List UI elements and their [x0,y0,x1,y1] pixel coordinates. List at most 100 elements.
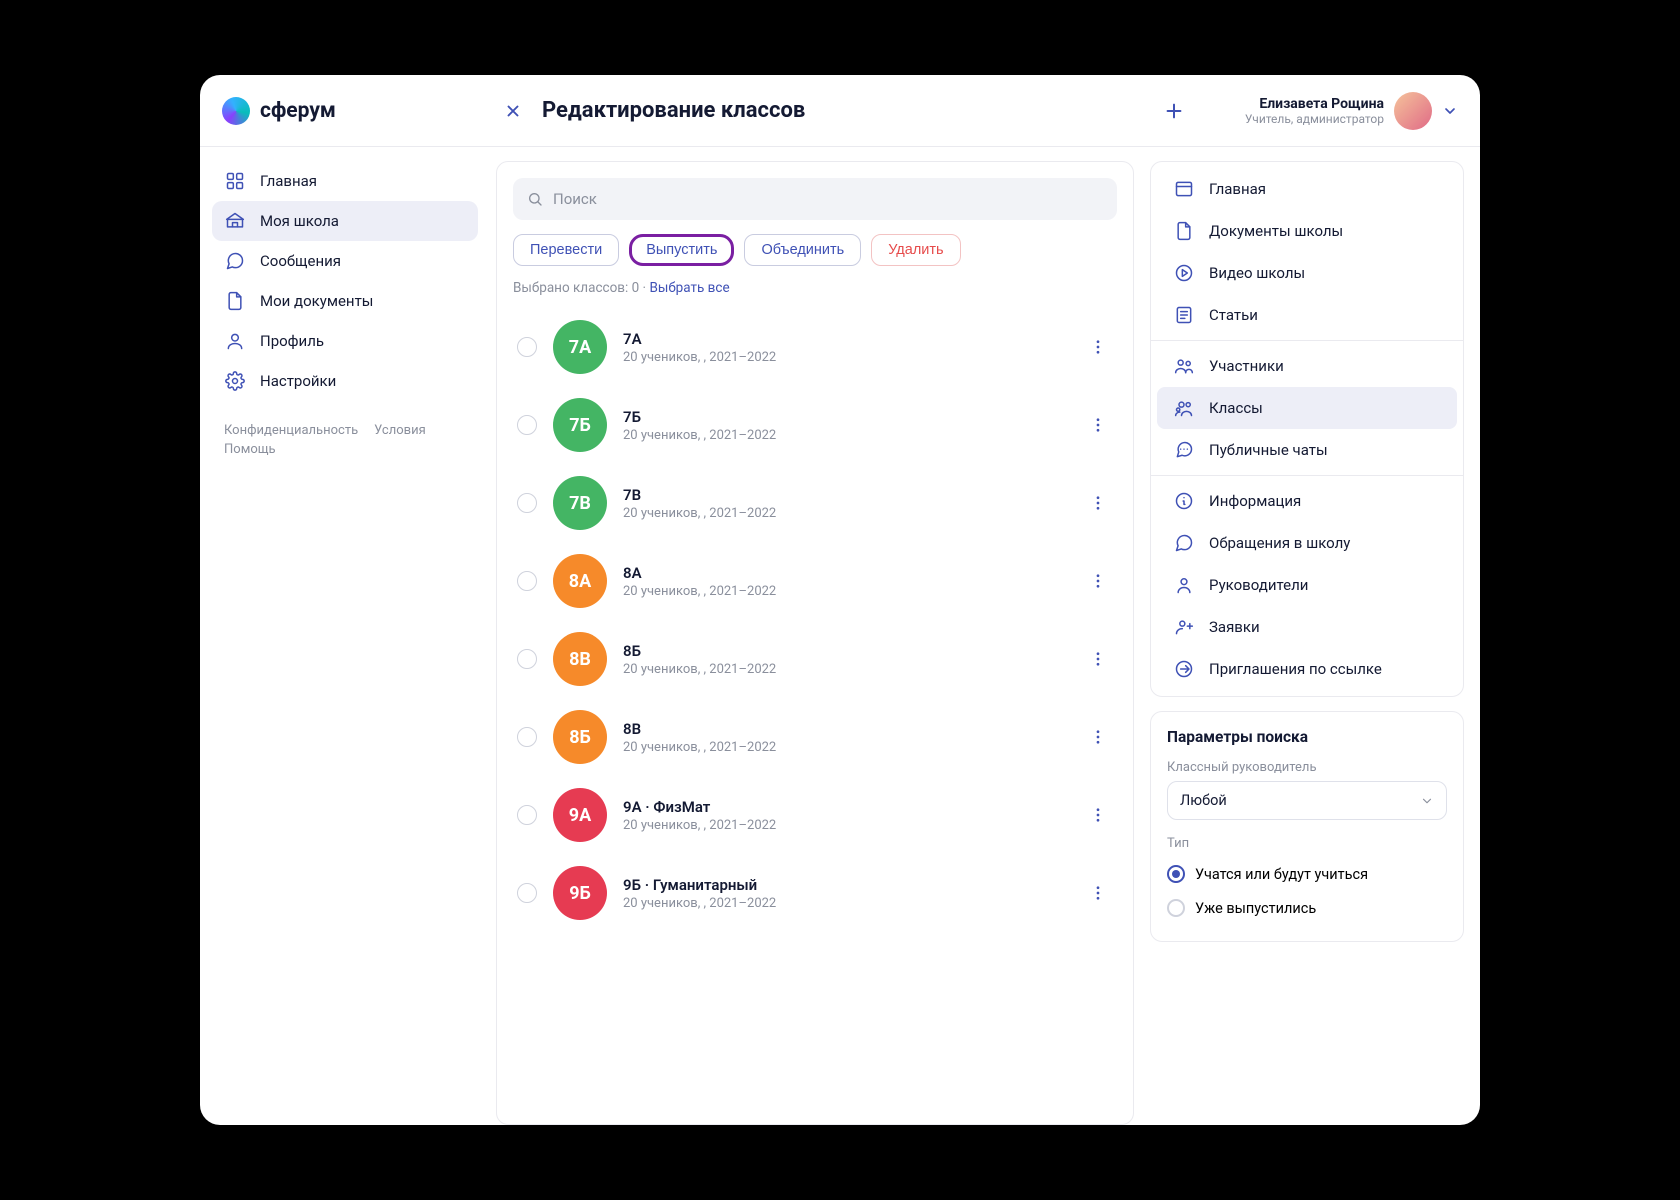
radio-icon [1167,899,1185,917]
search-placeholder: Поиск [553,190,597,208]
class-subtitle: 20 учеников, , 2021–2022 [623,506,1067,521]
context-nav-item[interactable]: Документы школы [1157,210,1457,252]
message-icon [224,250,246,272]
type-radio-1[interactable]: Уже выпустились [1167,891,1447,925]
context-nav-label: Информация [1209,492,1301,510]
context-nav-label: Обращения в школу [1209,534,1350,552]
more-icon[interactable] [1083,878,1113,908]
select-all-link[interactable]: Выбрать все [649,280,729,296]
add-icon[interactable] [1163,100,1185,122]
context-nav-label: Заявки [1209,618,1260,636]
class-checkbox[interactable] [517,805,537,825]
type-field-label: Тип [1167,836,1447,851]
class-checkbox[interactable] [517,571,537,591]
document-icon [224,290,246,312]
school-icon [224,210,246,232]
search-icon [527,191,543,207]
context-nav-item[interactable]: Приглашения по ссылке [1157,648,1457,690]
more-icon[interactable] [1083,410,1113,440]
class-row: 8А 8А 20 учеников, , 2021–2022 [513,542,1117,620]
type-radio-0[interactable]: Учатся или будут учиться [1167,857,1447,891]
context-nav-label: Классы [1209,399,1263,417]
sidebar-item-label: Главная [260,172,317,190]
class-badge: 8А [553,554,607,608]
class-badge: 9А [553,788,607,842]
context-nav-item[interactable]: Классы [1157,387,1457,429]
class-row: 7Б 7Б 20 учеников, , 2021–2022 [513,386,1117,464]
group-icon [1173,397,1195,419]
sidebar-item-0[interactable]: Главная [212,161,478,201]
class-checkbox[interactable] [517,883,537,903]
user-menu[interactable]: Елизавета Рощина Учитель, администратор [1245,92,1458,130]
more-icon[interactable] [1083,566,1113,596]
class-checkbox[interactable] [517,649,537,669]
more-icon[interactable] [1083,800,1113,830]
context-nav-label: Документы школы [1209,222,1343,240]
more-icon[interactable] [1083,644,1113,674]
class-title: 9Б · Гуманитарный [623,876,1067,894]
transfer-button[interactable]: Перевести [513,234,619,266]
document-icon [1173,220,1195,242]
context-nav-item[interactable]: Руководители [1157,564,1457,606]
sidebar: Главная Моя школа Сообщения Мои документы Пр… [200,147,490,1125]
context-nav-item[interactable]: Главная [1157,168,1457,210]
footer-link-0[interactable]: Конфиденциальность [224,423,358,438]
class-badge: 8В [553,632,607,686]
sidebar-item-4[interactable]: Профиль [212,321,478,361]
class-badge: 7А [553,320,607,374]
graduate-button[interactable]: Выпустить [629,234,734,266]
user-role: Учитель, администратор [1245,112,1384,126]
context-nav-item[interactable]: Статьи [1157,294,1457,336]
more-icon[interactable] [1083,332,1113,362]
brand-name: сферум [260,99,336,123]
context-nav-item[interactable]: Участники [1157,345,1457,387]
class-subtitle: 20 учеников, , 2021–2022 [623,896,1067,911]
more-icon[interactable] [1083,722,1113,752]
class-title: 8В [623,720,1067,738]
context-nav-item[interactable]: Видео школы [1157,252,1457,294]
context-nav-item[interactable]: Информация [1157,480,1457,522]
info-icon [1173,490,1195,512]
class-checkbox[interactable] [517,415,537,435]
user-name: Елизавета Рощина [1245,96,1384,112]
context-nav-item[interactable]: Заявки [1157,606,1457,648]
class-title: 7Б [623,408,1067,426]
class-subtitle: 20 учеников, , 2021–2022 [623,662,1067,677]
footer-link-2[interactable]: Помощь [224,442,276,457]
class-checkbox[interactable] [517,337,537,357]
context-nav-label: Участники [1209,357,1284,375]
sidebar-item-label: Профиль [260,332,324,350]
params-title: Параметры поиска [1167,728,1447,746]
page-title: Редактирование классов [542,98,805,123]
context-nav-item[interactable]: Обращения в школу [1157,522,1457,564]
sidebar-item-label: Моя школа [260,212,339,230]
context-nav-item[interactable]: Публичные чаты [1157,429,1457,471]
class-row: 7А 7А 20 учеников, , 2021–2022 [513,308,1117,386]
sidebar-item-3[interactable]: Мои документы [212,281,478,321]
class-checkbox[interactable] [517,493,537,513]
class-badge: 9Б [553,866,607,920]
sidebar-item-1[interactable]: Моя школа [212,201,478,241]
more-icon[interactable] [1083,488,1113,518]
search-input[interactable]: Поиск [513,178,1117,220]
gear-icon [224,370,246,392]
class-subtitle: 20 учеников, , 2021–2022 [623,740,1067,755]
message-icon [1173,532,1195,554]
sidebar-item-5[interactable]: Настройки [212,361,478,401]
avatar [1394,92,1432,130]
sidebar-footer: Конфиденциальность Условия Помощь [212,423,478,457]
sidebar-item-2[interactable]: Сообщения [212,241,478,281]
class-row: 9А 9А · ФизМат 20 учеников, , 2021–2022 [513,776,1117,854]
class-checkbox[interactable] [517,727,537,747]
close-icon[interactable] [502,100,524,122]
delete-button[interactable]: Удалить [871,234,960,266]
class-subtitle: 20 учеников, , 2021–2022 [623,350,1067,365]
class-row: 8В 8Б 20 учеников, , 2021–2022 [513,620,1117,698]
sidebar-item-label: Сообщения [260,252,341,270]
grid-icon [224,170,246,192]
article-icon [1173,304,1195,326]
person-icon [1173,574,1195,596]
teacher-select[interactable]: Любой [1167,781,1447,820]
footer-link-1[interactable]: Условия [374,423,426,438]
merge-button[interactable]: Объединить [744,234,861,266]
